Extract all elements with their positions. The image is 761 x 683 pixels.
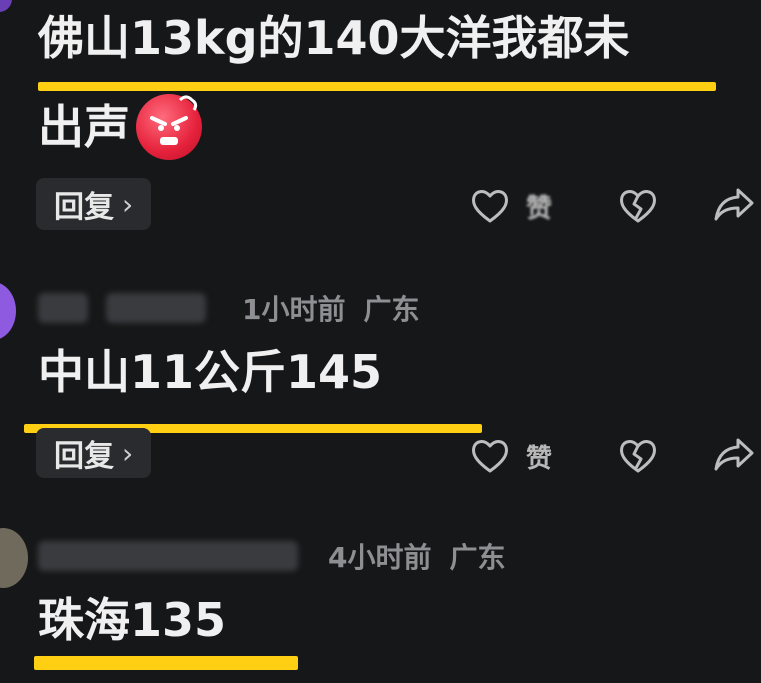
reply-label: 回复 (54, 439, 114, 474)
comment-1-line2: 出声 (38, 94, 202, 160)
comment-3-text: 珠海135 (38, 593, 227, 647)
comment-2-time: 1小时前 (242, 293, 346, 326)
comment-3-time: 4小时前 (328, 541, 432, 574)
reply-label: 回复 (54, 190, 114, 225)
comment-1-text-line2: 出声 (38, 100, 130, 154)
comment-1-highlight (38, 82, 716, 91)
broken-heart-icon[interactable] (616, 434, 660, 478)
comment-2-meta: 1小时前 广东 (38, 288, 420, 328)
angry-emoji-icon (136, 94, 202, 160)
comment-3-location: 广东 (449, 541, 506, 574)
comment-2-text: 中山11公斤145 (38, 345, 383, 399)
username-blurred-2 (106, 293, 206, 323)
like-label: 赞 (526, 443, 553, 474)
comment-2-reply-button[interactable]: 回复 › (36, 428, 152, 478)
heart-icon (472, 190, 508, 223)
comment-1-reply-button[interactable]: 回复 › (36, 178, 152, 230)
chevron-right-icon: › (122, 436, 134, 470)
comment-3-meta: 4小时前 广东 (38, 536, 506, 576)
username-blurred[interactable] (38, 293, 88, 323)
comment-2-location: 广东 (363, 293, 420, 326)
comment-3-highlight (34, 656, 298, 670)
heart-icon (472, 440, 508, 473)
share-arrow-icon[interactable] (712, 432, 756, 476)
share-arrow-icon[interactable] (712, 182, 756, 226)
comment-3-avatar[interactable] (0, 528, 28, 588)
comment-2-avatar[interactable] (0, 282, 16, 340)
comment-1-like-button[interactable]: 赞 (468, 184, 552, 228)
broken-heart-icon[interactable] (616, 184, 660, 228)
chevron-right-icon: › (122, 187, 134, 221)
avatar-top[interactable] (0, 0, 12, 12)
like-label: 赞 (526, 193, 553, 224)
username-blurred[interactable] (38, 541, 298, 571)
comment-1-text-line1: 佛山13kg的140大洋我都未 (38, 11, 630, 65)
comment-2-like-button[interactable]: 赞 (468, 434, 552, 478)
